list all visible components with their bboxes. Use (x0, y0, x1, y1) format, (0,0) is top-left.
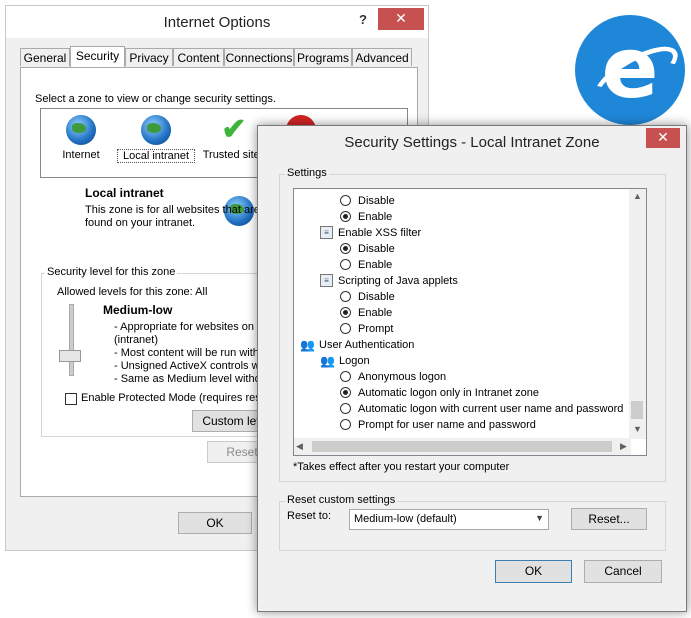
allowed-levels-label: Allowed levels for this zone: All (57, 286, 208, 298)
option-label: Automatic logon only in Intranet zone (358, 387, 540, 399)
radio-icon[interactable] (340, 195, 351, 206)
radio-icon[interactable] (340, 323, 351, 334)
intranet-globe-icon (141, 115, 171, 145)
option-label: Automatic logon with current user name a… (358, 403, 624, 415)
level-bullet: - Same as Medium level without (114, 373, 270, 385)
tab-general[interactable]: General (20, 48, 70, 66)
radio-icon[interactable] (340, 371, 351, 382)
vertical-scrollbar[interactable]: ▲ ▼ (629, 189, 646, 439)
option-label: Disable (358, 291, 395, 303)
help-button[interactable]: ? (356, 12, 370, 27)
zone-description-line1: This zone is for all websites that are (85, 204, 260, 216)
setting-icon: ≡ (320, 226, 333, 239)
option-label: Enable (358, 259, 393, 271)
security-settings-dialog: Security Settings - Local Intranet Zone … (257, 125, 687, 612)
option-label: Enable XSS filter (338, 227, 422, 239)
tab-programs[interactable]: Programs (294, 48, 352, 66)
level-bullet: - Appropriate for websites on y (114, 321, 263, 333)
ok-button[interactable]: OK (178, 512, 252, 534)
reset-group-label: Reset custom settings (285, 494, 398, 506)
zone-description-line2: found on your intranet. (85, 217, 196, 229)
option-label: Enable (358, 211, 393, 223)
zone-prompt: Select a zone to view or change security… (35, 93, 276, 105)
option-label: Scripting of Java applets (338, 275, 458, 287)
users-icon: 👥 (300, 338, 315, 352)
protected-mode-label: Enable Protected Mode (requires resta (81, 392, 270, 404)
security-slider-track[interactable] (69, 304, 74, 376)
option-label: Prompt (358, 323, 394, 335)
option-label: Disable (358, 243, 395, 255)
tab-security[interactable]: Security (70, 46, 125, 68)
tab-content[interactable]: Content (173, 48, 224, 66)
radio-selected-icon[interactable] (340, 211, 351, 222)
zone-internet[interactable]: Internet (51, 115, 111, 161)
level-name: Medium-low (103, 303, 173, 317)
horizontal-scroll-thumb[interactable] (312, 441, 612, 452)
internet-explorer-logo: e (575, 15, 686, 125)
security-slider-thumb[interactable] (59, 350, 81, 362)
level-bullet: - Most content will be run witho (114, 347, 266, 359)
radio-icon[interactable] (340, 419, 351, 430)
option-label: Anonymous logon (358, 371, 447, 383)
close-button[interactable]: ✕ (378, 8, 424, 30)
radio-icon[interactable] (340, 259, 351, 270)
security-level-group-label: Security level for this zone (45, 266, 178, 278)
settings-tree[interactable]: Disable Enable ≡ Enable XSS filter Disable En… (293, 188, 647, 456)
scroll-right-icon[interactable]: ▶ (620, 441, 627, 452)
level-bullet: - Unsigned ActiveX controls will (114, 360, 267, 372)
radio-selected-icon[interactable] (340, 387, 351, 398)
globe-icon (66, 115, 96, 145)
cancel-button[interactable]: Cancel (584, 560, 662, 583)
radio-selected-icon[interactable] (340, 243, 351, 254)
option-label: Enable (358, 307, 393, 319)
option-label: Disable (358, 195, 395, 207)
setting-icon: ≡ (320, 274, 333, 287)
title-bar[interactable]: Security Settings - Local Intranet Zone … (258, 126, 686, 158)
scroll-thumb[interactable] (631, 401, 643, 419)
radio-icon[interactable] (340, 291, 351, 302)
tab-privacy[interactable]: Privacy (125, 48, 173, 66)
radio-icon[interactable] (340, 403, 351, 414)
reset-to-label: Reset to: (287, 510, 332, 522)
scroll-left-icon[interactable]: ◀ (296, 441, 303, 452)
users-icon: 👥 (320, 354, 335, 368)
tab-advanced[interactable]: Advanced (352, 48, 412, 66)
chevron-down-icon: ▼ (535, 513, 544, 523)
title-bar[interactable]: Internet Options ? ✕ (6, 6, 428, 38)
option-label: Logon (339, 355, 370, 367)
level-bullet: (intranet) (114, 334, 159, 346)
zone-title: Local intranet (85, 186, 164, 200)
zone-local-intranet[interactable]: Local intranet (117, 115, 195, 163)
zone-label: Local intranet (117, 149, 195, 163)
option-label: Prompt for user name and password (358, 419, 536, 431)
horizontal-scrollbar[interactable]: ◀ ▶ (294, 438, 631, 455)
reset-level-select[interactable]: Medium-low (default) ▼ (349, 509, 549, 530)
dialog-title: Security Settings - Local Intranet Zone (344, 134, 600, 151)
protected-mode-checkbox[interactable] (65, 393, 77, 405)
reset-button[interactable]: Reset... (571, 508, 647, 530)
scroll-up-icon[interactable]: ▲ (629, 191, 646, 201)
close-button[interactable]: ✕ (646, 128, 680, 148)
settings-group-label: Settings (285, 167, 329, 179)
radio-selected-icon[interactable] (340, 307, 351, 318)
option-label: User Authentication (319, 339, 415, 351)
ok-button[interactable]: OK (495, 560, 572, 583)
select-value: Medium-low (default) (354, 513, 457, 525)
zone-label: Internet (62, 149, 100, 161)
tab-connections[interactable]: Connections (224, 48, 294, 66)
scroll-down-icon[interactable]: ▼ (629, 424, 646, 434)
restart-note: *Takes effect after you restart your com… (293, 461, 510, 473)
